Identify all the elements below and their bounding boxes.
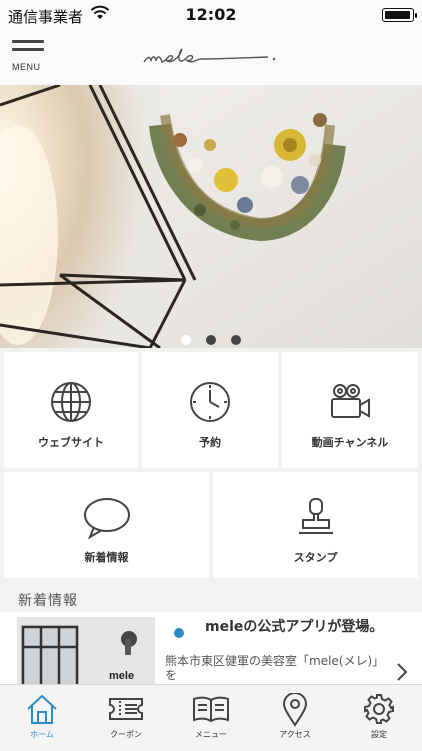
hero-image bbox=[0, 85, 422, 348]
news-list-item[interactable]: mele meleの公式アプリが登場。 熊本市東区健軍の美容室「mele(メレ)… bbox=[0, 612, 422, 689]
news-heading: 新着情報 bbox=[18, 593, 78, 609]
hero-carousel[interactable] bbox=[0, 85, 422, 348]
menu-book-icon bbox=[192, 695, 230, 727]
battery-icon bbox=[382, 8, 417, 22]
app-header: MENU bbox=[0, 30, 422, 85]
tab-settings[interactable]: 設定 bbox=[337, 685, 421, 751]
reservation-label: 予約 bbox=[199, 436, 221, 449]
tab-menu-label: メニュー bbox=[195, 730, 227, 739]
tab-access-label: アクセス bbox=[279, 730, 311, 739]
gear-icon bbox=[363, 693, 395, 729]
tab-coupon[interactable]: クーポン bbox=[84, 685, 168, 751]
speech-bubble-icon bbox=[82, 496, 132, 544]
carousel-dot-3[interactable] bbox=[231, 335, 242, 345]
stamp-tile[interactable]: スタンプ bbox=[213, 472, 418, 578]
news-thumbnail: mele bbox=[17, 617, 155, 689]
news-description: 熊本市東区健軍の美容室「mele(メレ)」を bbox=[165, 654, 385, 682]
coupon-icon bbox=[108, 697, 144, 725]
hamburger-icon bbox=[12, 40, 44, 43]
reservation-tile[interactable]: 予約 bbox=[142, 352, 278, 468]
stamp-label: スタンプ bbox=[293, 551, 338, 564]
home-icon bbox=[25, 693, 59, 729]
tab-bar: ホーム クーポン メニュー アクセス 設定 bbox=[0, 684, 422, 750]
tab-access[interactable]: アクセス bbox=[253, 685, 337, 751]
app-logo bbox=[140, 42, 280, 72]
chevron-right-icon bbox=[396, 662, 408, 686]
news-title: meleの公式アプリが登場。 bbox=[205, 619, 384, 635]
website-tile[interactable]: ウェブサイト bbox=[4, 352, 138, 468]
status-bar: 通信事業者 12:02 bbox=[0, 0, 422, 30]
news-tile-label: 新着情報 bbox=[84, 551, 129, 564]
globe-icon bbox=[49, 380, 93, 428]
clock-icon bbox=[188, 380, 232, 428]
carousel-dot-2[interactable] bbox=[206, 335, 216, 345]
stamp-icon bbox=[294, 496, 338, 544]
carousel-dots bbox=[0, 330, 422, 348]
tab-menu[interactable]: メニュー bbox=[169, 685, 253, 751]
website-label: ウェブサイト bbox=[38, 436, 104, 449]
tab-home[interactable]: ホーム bbox=[0, 685, 84, 751]
thumb-sign-text: mele bbox=[109, 670, 134, 682]
menu-label: MENU bbox=[12, 62, 41, 72]
video-camera-icon bbox=[328, 380, 372, 428]
video-channel-tile[interactable]: 動画チャンネル bbox=[282, 352, 418, 468]
status-time: 12:02 bbox=[185, 5, 237, 24]
news-tile[interactable]: 新着情報 bbox=[4, 472, 209, 578]
tab-settings-label: 設定 bbox=[371, 730, 387, 739]
video-channel-label: 動画チャンネル bbox=[311, 436, 389, 449]
hamburger-bar bbox=[12, 48, 44, 51]
carousel-dot-1[interactable] bbox=[180, 335, 191, 345]
menu-button[interactable]: MENU bbox=[12, 40, 46, 74]
tab-home-label: ホーム bbox=[30, 730, 54, 739]
map-pin-icon bbox=[282, 692, 308, 731]
tab-coupon-label: クーポン bbox=[110, 730, 142, 739]
unread-indicator bbox=[174, 628, 184, 638]
